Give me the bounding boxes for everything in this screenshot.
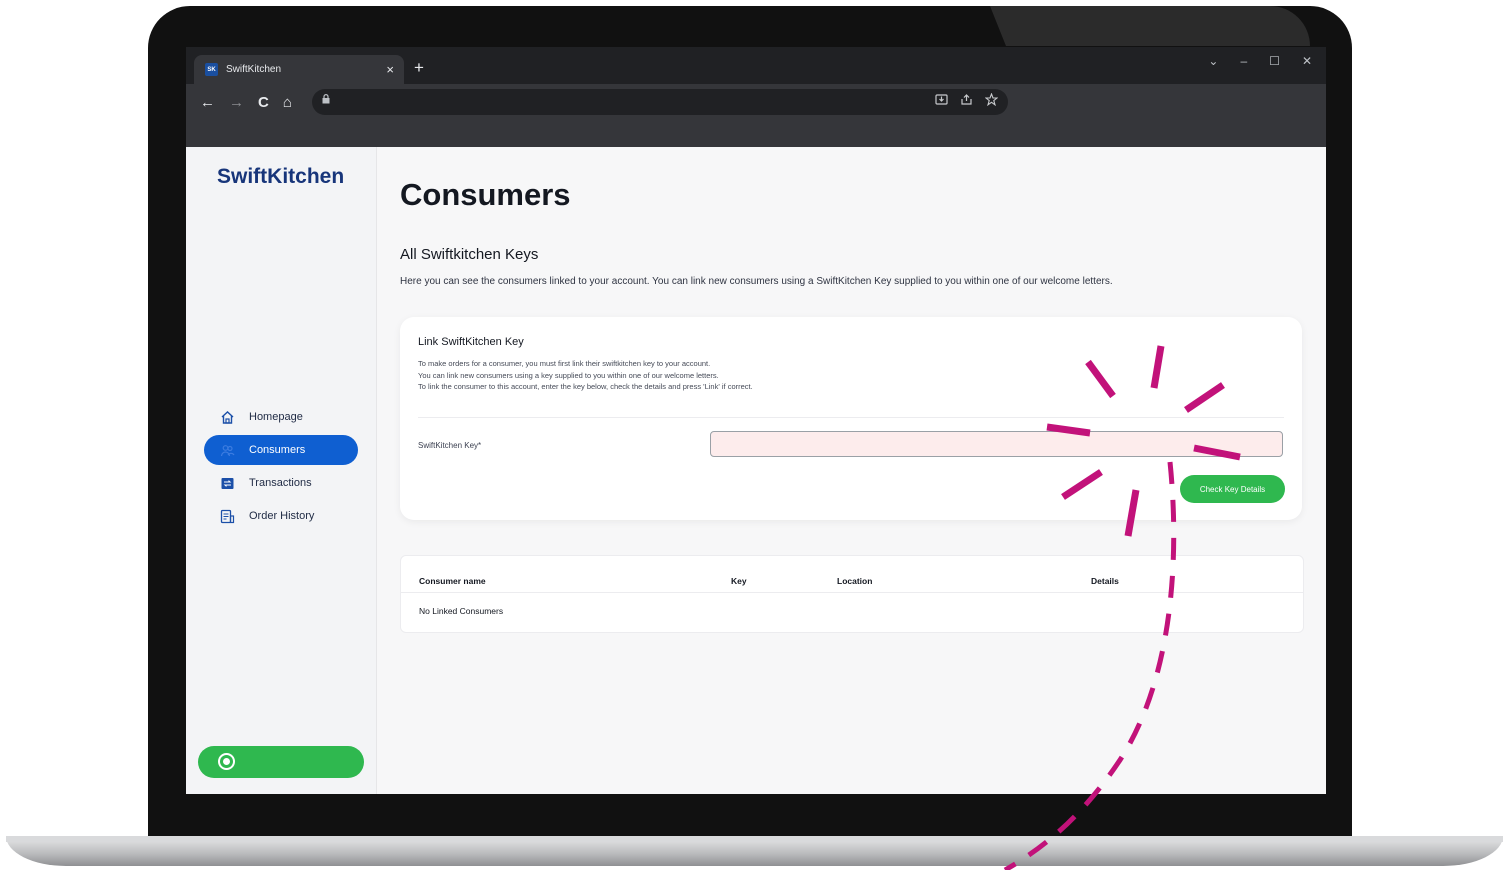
laptop-lid-reflection [990,6,1310,46]
home-button-icon[interactable]: ⌂ [283,94,292,111]
bookmarks-bar [186,120,1326,147]
sidebar-nav: Homepage Consumers Transactions Order Hi… [204,402,358,534]
sidebar-item-consumers[interactable]: Consumers [204,435,358,465]
minimize-icon[interactable]: – [1240,54,1247,68]
favicon-icon: SK [205,63,218,76]
share-icon[interactable] [960,93,973,109]
laptop-base-edge [6,836,1503,842]
tab-title: SwiftKitchen [226,64,282,75]
card-description: To make orders for a consumer, you must … [418,358,753,393]
browser-tab[interactable]: SK SwiftKitchen × [194,55,404,84]
sidebar-item-label: Transactions [249,477,312,489]
window-controls: ⌄ – ☐ ✕ [1208,54,1312,68]
column-header-details[interactable]: Details [1091,576,1119,586]
check-key-details-button[interactable]: Check Key Details [1180,475,1285,503]
address-bar[interactable] [312,89,1008,115]
link-key-card: Link SwiftKitchen Key To make orders for… [400,317,1302,520]
transactions-icon [219,475,235,491]
forward-icon[interactable]: → [229,94,244,111]
table-divider [401,592,1303,593]
card-description-line: To link the consumer to this account, en… [418,382,753,391]
consumers-table: Consumer name Key Location Details No Li… [400,555,1304,633]
sidebar-item-homepage[interactable]: Homepage [204,402,358,432]
screen: SK SwiftKitchen × + ⌄ – ☐ ✕ ← → C ⌂ Swif… [186,47,1326,794]
star-icon[interactable] [984,92,999,109]
close-tab-icon[interactable]: × [386,62,394,77]
section-description: Here you can see the consumers linked to… [400,276,1113,287]
section-title: All Swiftkitchen Keys [400,246,539,263]
maximize-icon[interactable]: ☐ [1269,54,1280,68]
tab-search-icon[interactable]: ⌄ [1208,54,1218,68]
key-field-label: SwiftKitchen Key* [418,441,482,450]
app: SwiftKitchen Homepage Consumers Transact… [186,147,1326,794]
browser-tab-strip: SK SwiftKitchen × + ⌄ – ☐ ✕ [186,47,1326,84]
address-bar-actions [935,92,999,109]
home-icon [219,409,235,425]
new-tab-icon[interactable]: + [414,58,424,78]
empty-table-message: No Linked Consumers [419,606,504,616]
column-header-key[interactable]: Key [731,576,747,586]
browser-toolbar: ← → C ⌂ [186,84,1326,120]
lock-icon [322,94,330,107]
sidebar-item-label: Homepage [249,411,303,423]
column-header-consumer-name[interactable]: Consumer name [419,576,486,586]
card-description-line: To make orders for a consumer, you must … [418,359,711,368]
account-button[interactable] [198,746,364,778]
divider [418,417,1284,418]
sidebar-item-label: Consumers [249,444,306,456]
back-icon[interactable]: ← [200,94,215,111]
page-title: Consumers [400,177,571,212]
reload-icon[interactable]: C [258,94,269,111]
download-icon[interactable] [935,93,948,109]
sidebar-item-order-history[interactable]: Order History [204,501,358,531]
app-logo[interactable]: SwiftKitchen [217,165,344,189]
swiftkitchen-key-input[interactable] [710,431,1283,457]
user-circle-icon [218,753,235,770]
consumers-icon [219,442,235,458]
card-title: Link SwiftKitchen Key [418,336,524,348]
close-window-icon[interactable]: ✕ [1302,54,1312,68]
sidebar-item-transactions[interactable]: Transactions [204,468,358,498]
order-history-icon [219,508,235,524]
card-description-line: You can link new consumers using a key s… [418,370,719,380]
column-header-location[interactable]: Location [837,576,872,586]
sidebar-item-label: Order History [249,510,315,522]
sidebar: SwiftKitchen Homepage Consumers Transact… [186,147,377,794]
